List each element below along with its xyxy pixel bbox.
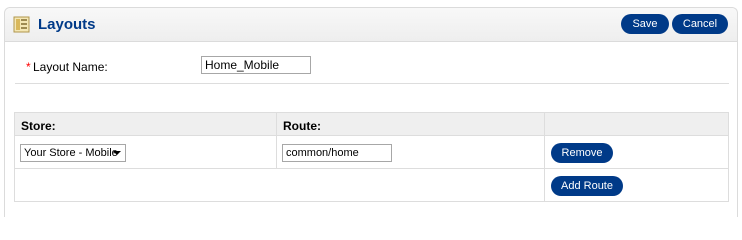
store-select-value: Your Store - Mobile	[24, 147, 118, 159]
column-divider	[276, 136, 277, 169]
layout-icon	[13, 16, 30, 33]
column-divider	[544, 169, 545, 202]
cancel-button[interactable]: Cancel	[672, 14, 728, 34]
chevron-down-icon	[113, 151, 121, 155]
required-marker: *	[26, 60, 31, 74]
layout-name-input[interactable]: Home_Mobile	[201, 56, 311, 74]
column-header-store: Store:	[21, 119, 56, 133]
table-footer-row: Add Route	[14, 169, 729, 202]
page-title: Layouts	[38, 16, 96, 33]
route-input[interactable]: common/home	[282, 144, 392, 162]
store-select[interactable]: Your Store - Mobile	[20, 144, 126, 162]
add-route-button[interactable]: Add Route	[551, 176, 623, 196]
routes-table-header: Store: Route:	[14, 112, 729, 137]
layout-form-box: Layouts Save Cancel * Layout Name: Home_…	[4, 7, 738, 217]
table-row: Your Store - Mobile common/home Remove	[14, 136, 729, 169]
panel-heading: Layouts Save Cancel	[5, 8, 737, 42]
column-divider	[276, 113, 277, 137]
layout-name-label: Layout Name:	[33, 60, 108, 74]
remove-route-button[interactable]: Remove	[551, 143, 613, 163]
column-divider	[544, 113, 545, 137]
column-header-route: Route:	[283, 119, 321, 133]
column-divider	[544, 136, 545, 169]
save-button[interactable]: Save	[621, 14, 669, 34]
divider	[15, 83, 729, 84]
